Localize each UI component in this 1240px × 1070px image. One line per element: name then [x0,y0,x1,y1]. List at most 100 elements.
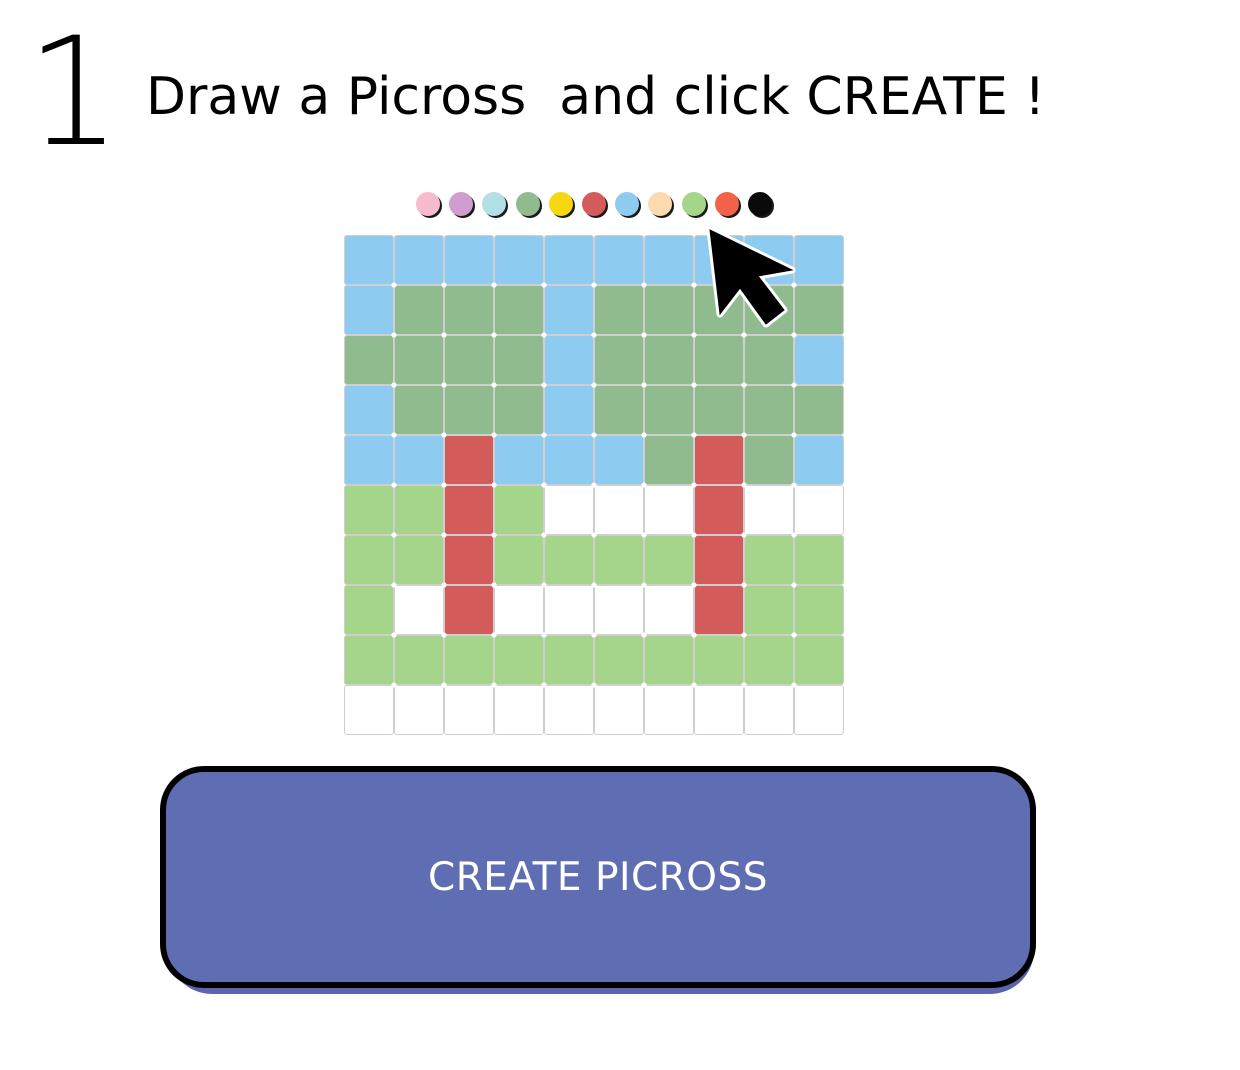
grid-cell-r5-c8[interactable] [694,435,744,485]
grid-cell-r4-c10[interactable] [794,385,844,435]
grid-cell-r2-c3[interactable] [444,285,494,335]
grid-cell-r8-c7[interactable] [644,585,694,635]
grid-cell-r3-c7[interactable] [644,335,694,385]
grid-cell-r9-c10[interactable] [794,635,844,685]
grid-cell-r3-c10[interactable] [794,335,844,385]
grid-cell-r6-c6[interactable] [594,485,644,535]
grid-cell-r8-c4[interactable] [494,585,544,635]
grid-cell-r4-c8[interactable] [694,385,744,435]
palette-swatch-5[interactable] [548,192,573,216]
grid-cell-r5-c10[interactable] [794,435,844,485]
grid-cell-r3-c3[interactable] [444,335,494,385]
grid-cell-r2-c1[interactable] [344,285,394,335]
grid-cell-r6-c10[interactable] [794,485,844,535]
grid-cell-r3-c1[interactable] [344,335,394,385]
grid-cell-r6-c5[interactable] [544,485,594,535]
grid-cell-r4-c7[interactable] [644,385,694,435]
grid-cell-r10-c5[interactable] [544,685,594,735]
grid-cell-r7-c7[interactable] [644,535,694,585]
palette-swatch-1[interactable] [416,192,440,216]
grid-cell-r4-c5[interactable] [544,385,594,435]
grid-cell-r9-c9[interactable] [744,635,794,685]
grid-cell-r3-c4[interactable] [494,335,544,385]
grid-cell-r6-c1[interactable] [344,485,394,535]
grid-cell-r3-c9[interactable] [744,335,794,385]
grid-cell-r8-c8[interactable] [694,585,744,635]
grid-cell-r4-c9[interactable] [744,385,794,435]
grid-cell-r10-c7[interactable] [644,685,694,735]
grid-cell-r9-c6[interactable] [594,635,644,685]
palette-swatch-3[interactable] [482,192,507,216]
grid-cell-r9-c5[interactable] [544,635,594,685]
grid-cell-r5-c3[interactable] [444,435,494,485]
grid-cell-r10-c6[interactable] [594,685,644,735]
grid-cell-r8-c9[interactable] [744,585,794,635]
grid-cell-r2-c2[interactable] [394,285,444,335]
grid-cell-r5-c5[interactable] [544,435,594,485]
grid-cell-r3-c6[interactable] [594,335,644,385]
grid-cell-r9-c3[interactable] [444,635,494,685]
grid-cell-r4-c2[interactable] [394,385,444,435]
grid-cell-r8-c3[interactable] [444,585,494,635]
grid-cell-r7-c4[interactable] [494,535,544,585]
grid-cell-r9-c2[interactable] [394,635,444,685]
grid-cell-r2-c6[interactable] [594,285,644,335]
grid-cell-r8-c10[interactable] [794,585,844,635]
grid-cell-r6-c9[interactable] [744,485,794,535]
grid-cell-r7-c2[interactable] [394,535,444,585]
grid-cell-r5-c7[interactable] [644,435,694,485]
grid-cell-r7-c6[interactable] [594,535,644,585]
grid-cell-r10-c8[interactable] [694,685,744,735]
grid-cell-r1-c6[interactable] [594,235,644,285]
grid-cell-r4-c3[interactable] [444,385,494,435]
grid-cell-r9-c1[interactable] [344,635,394,685]
create-picross-button[interactable]: CREATE PICROSS [160,766,1036,988]
grid-cell-r1-c3[interactable] [444,235,494,285]
grid-cell-r1-c1[interactable] [344,235,394,285]
grid-cell-r1-c2[interactable] [394,235,444,285]
grid-cell-r1-c4[interactable] [494,235,544,285]
grid-cell-r7-c10[interactable] [794,535,844,585]
grid-cell-r1-c5[interactable] [544,235,594,285]
palette-swatch-9[interactable] [681,192,706,216]
grid-cell-r5-c4[interactable] [494,435,544,485]
grid-cell-r7-c3[interactable] [444,535,494,585]
grid-cell-r8-c6[interactable] [594,585,644,635]
grid-cell-r9-c4[interactable] [494,635,544,685]
grid-cell-r7-c8[interactable] [694,535,744,585]
grid-cell-r3-c2[interactable] [394,335,444,385]
grid-cell-r3-c5[interactable] [544,335,594,385]
grid-cell-r5-c2[interactable] [394,435,444,485]
grid-cell-r10-c10[interactable] [794,685,844,735]
grid-cell-r7-c1[interactable] [344,535,394,585]
grid-cell-r10-c1[interactable] [344,685,394,735]
grid-cell-r2-c4[interactable] [494,285,544,335]
grid-cell-r8-c2[interactable] [394,585,444,635]
grid-cell-r8-c5[interactable] [544,585,594,635]
grid-cell-r10-c3[interactable] [444,685,494,735]
grid-cell-r6-c4[interactable] [494,485,544,535]
grid-cell-r5-c6[interactable] [594,435,644,485]
grid-cell-r10-c4[interactable] [494,685,544,735]
grid-cell-r9-c7[interactable] [644,635,694,685]
palette-swatch-6[interactable] [581,192,606,216]
grid-cell-r10-c9[interactable] [744,685,794,735]
palette-swatch-4[interactable] [515,192,540,216]
grid-cell-r4-c6[interactable] [594,385,644,435]
grid-cell-r6-c2[interactable] [394,485,444,535]
palette-swatch-2[interactable] [449,192,474,216]
grid-cell-r4-c1[interactable] [344,385,394,435]
grid-cell-r8-c1[interactable] [344,585,394,635]
grid-cell-r2-c5[interactable] [544,285,594,335]
palette-swatch-11[interactable] [747,192,772,216]
grid-cell-r5-c1[interactable] [344,435,394,485]
grid-cell-r7-c9[interactable] [744,535,794,585]
palette-swatch-8[interactable] [648,192,673,216]
grid-cell-r3-c8[interactable] [694,335,744,385]
grid-cell-r9-c8[interactable] [694,635,744,685]
grid-cell-r6-c3[interactable] [444,485,494,535]
grid-cell-r4-c4[interactable] [494,385,544,435]
grid-cell-r10-c2[interactable] [394,685,444,735]
grid-cell-r1-c7[interactable] [644,235,694,285]
grid-cell-r5-c9[interactable] [744,435,794,485]
